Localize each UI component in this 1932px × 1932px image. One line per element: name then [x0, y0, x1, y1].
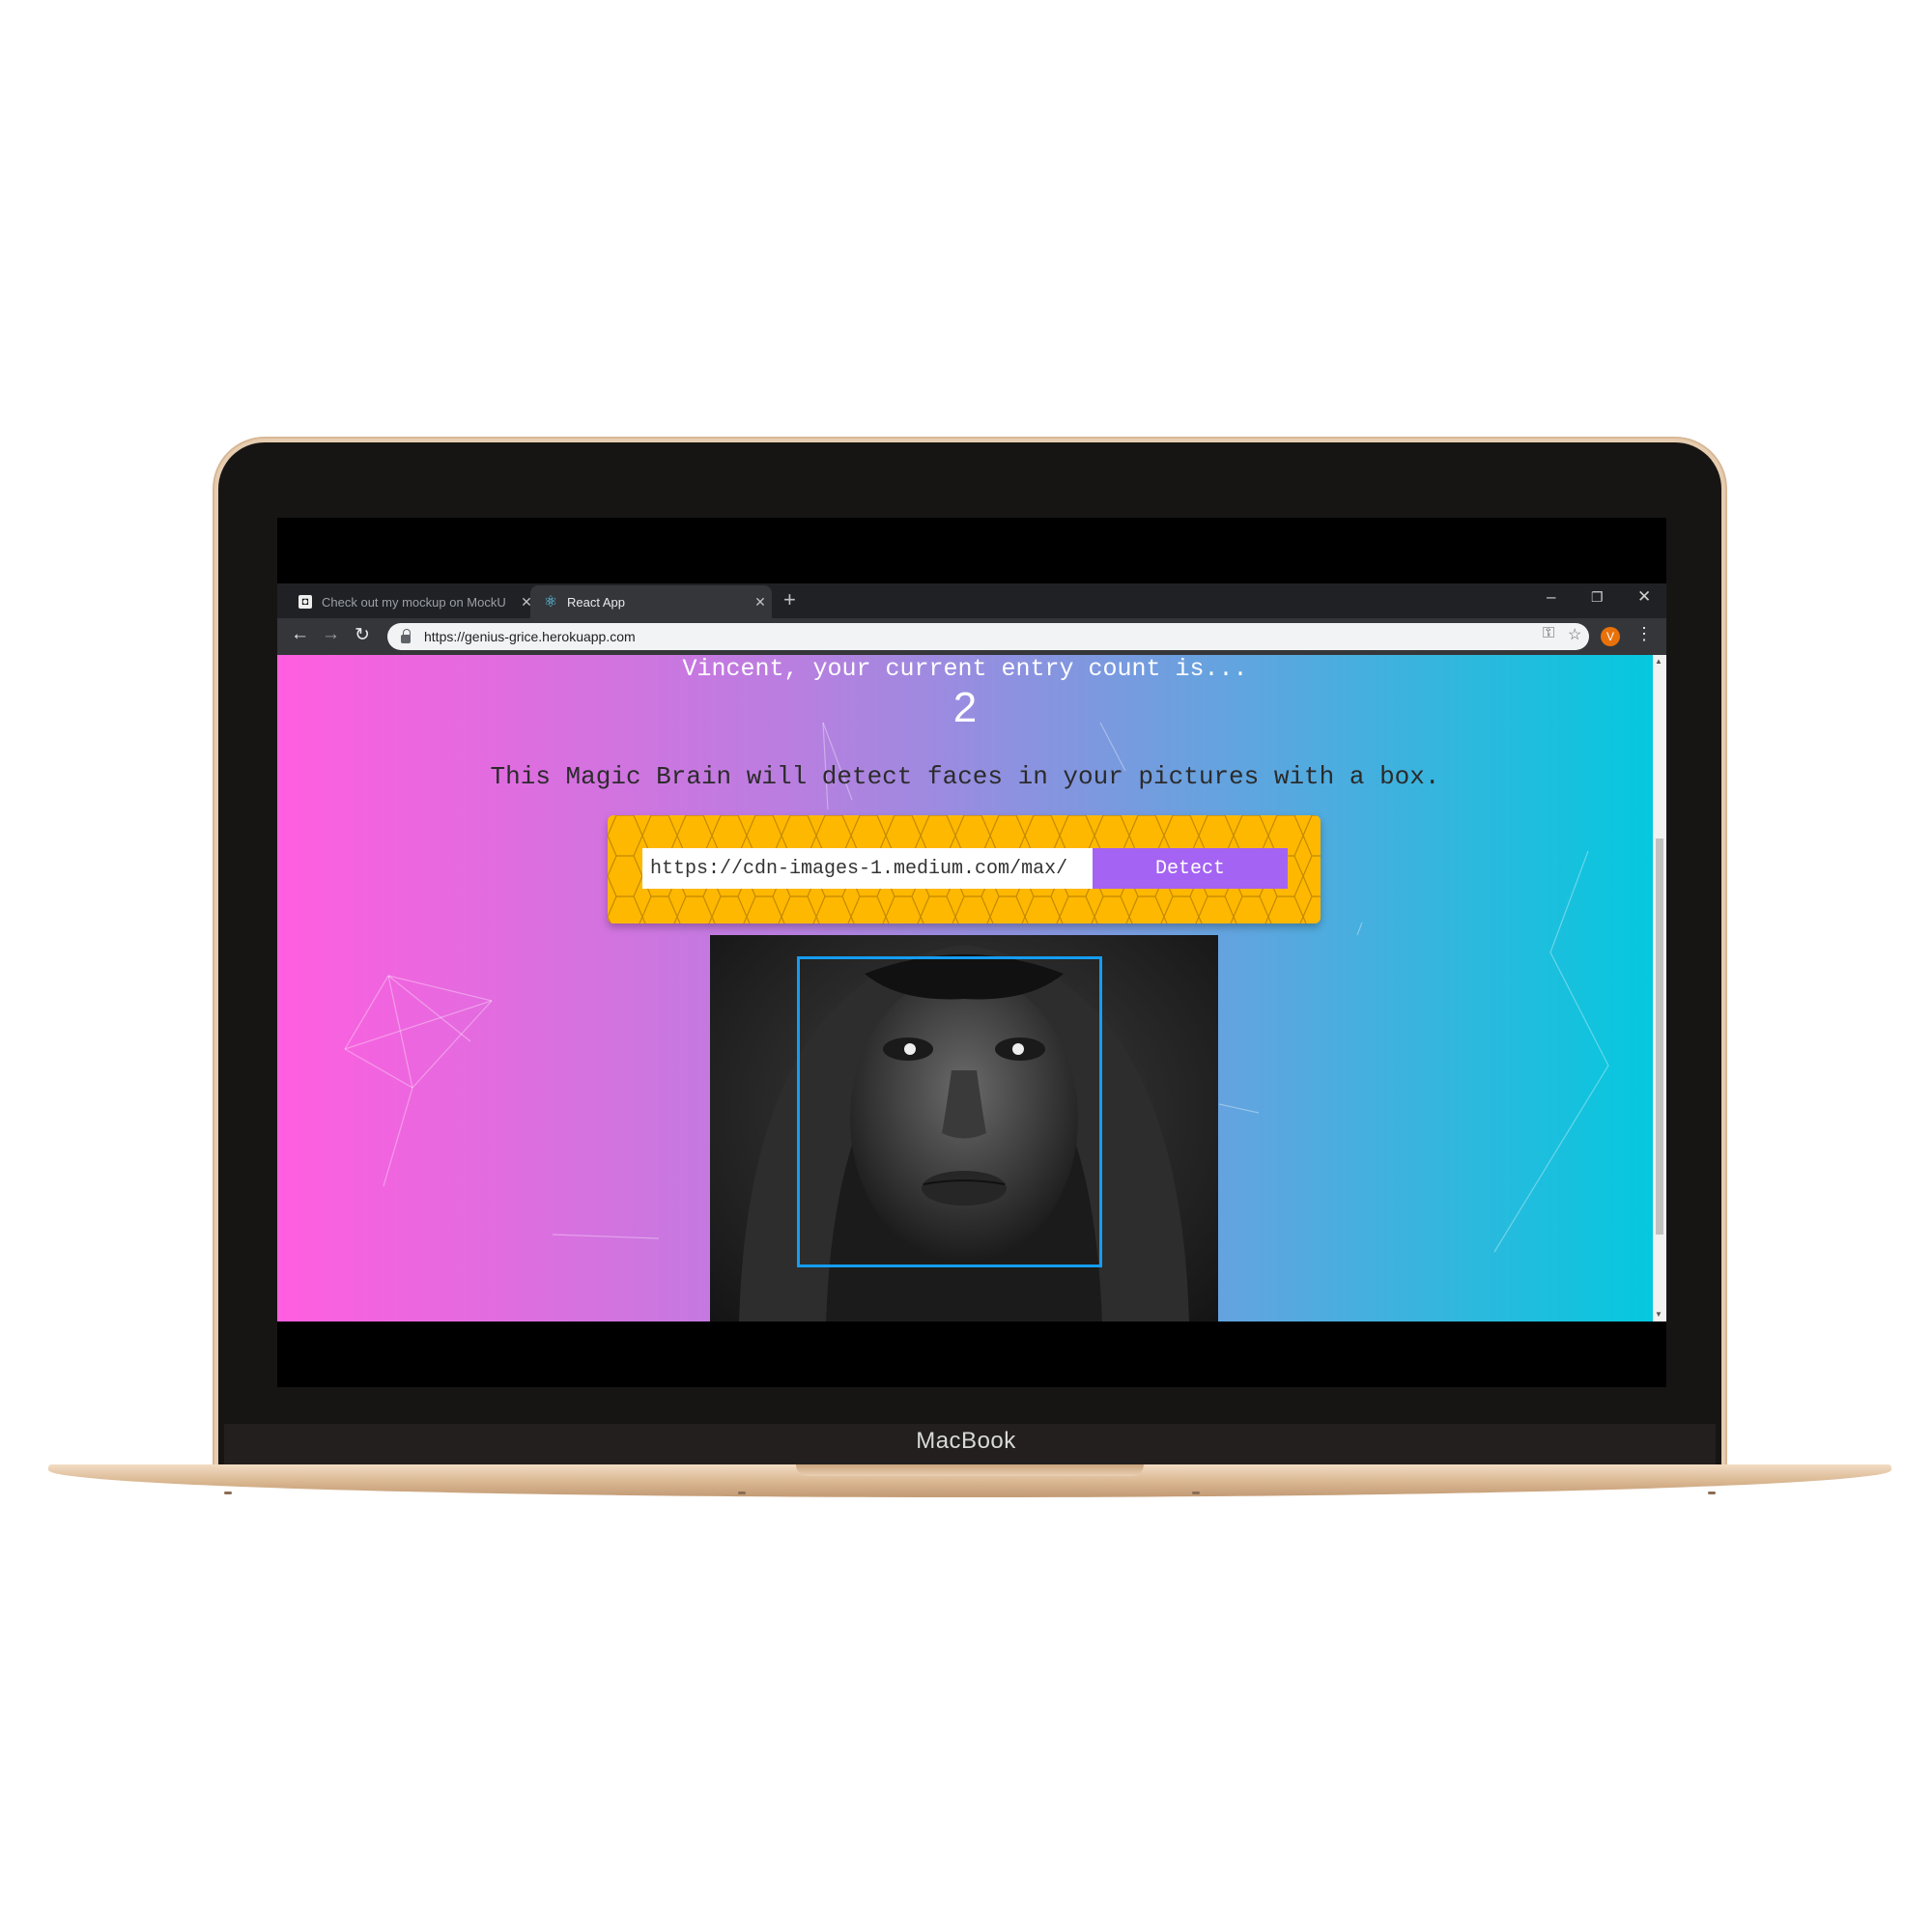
window-close-icon[interactable]: ✕ — [1637, 587, 1651, 607]
address-url: https://genius-grice.herokuapp.com — [424, 629, 636, 644]
entry-count-value: 2 — [952, 684, 978, 731]
profile-avatar[interactable]: V — [1601, 627, 1620, 646]
tab-title: Check out my mockup on MockU — [322, 594, 506, 610]
page-scrollbar[interactable]: ▲ ▼ — [1653, 655, 1666, 1321]
new-tab-button[interactable]: + — [783, 587, 796, 612]
scroll-down-icon[interactable]: ▼ — [1655, 1310, 1662, 1319]
scroll-up-icon[interactable]: ▲ — [1655, 657, 1662, 666]
laptop-foot — [738, 1492, 746, 1494]
tab-title: React App — [567, 594, 625, 610]
laptop-screen: ◘ Check out my mockup on MockU ✕ ⚛ React… — [277, 518, 1666, 1387]
laptop-foot — [224, 1492, 232, 1494]
laptop-hinge-notch — [796, 1464, 1144, 1476]
browser-tab-strip: ◘ Check out my mockup on MockU ✕ ⚛ React… — [277, 583, 1666, 618]
browser-toolbar: ← → ↻ https://genius-grice.herokuapp.com… — [277, 618, 1666, 655]
app-tagline: This Magic Brain will detect faces in yo… — [490, 762, 1440, 791]
face-bounding-box — [797, 956, 1102, 1267]
menu-icon[interactable]: ⋮ — [1635, 624, 1653, 644]
entry-count-greeting: Vincent, your current entry count is... — [682, 655, 1248, 683]
forward-icon[interactable]: → — [322, 624, 340, 645]
laptop-foot — [1708, 1492, 1716, 1494]
scrollbar-thumb[interactable] — [1656, 838, 1663, 1235]
star-icon[interactable]: ☆ — [1568, 625, 1581, 644]
image-link-form: Detect — [608, 815, 1321, 923]
reload-icon[interactable]: ↻ — [355, 624, 370, 646]
tab-react-app[interactable]: ⚛ React App ✕ — [530, 585, 772, 618]
detect-button[interactable]: Detect — [1093, 848, 1288, 889]
laptop-foot — [1192, 1492, 1200, 1494]
minimize-icon[interactable]: – — [1547, 587, 1555, 607]
back-icon[interactable]: ← — [291, 624, 309, 645]
image-url-input[interactable] — [642, 848, 1093, 889]
tab-mockup[interactable]: ◘ Check out my mockup on MockU ✕ — [285, 585, 538, 618]
mockup-favicon-icon: ◘ — [298, 595, 312, 609]
address-bar[interactable]: https://genius-grice.herokuapp.com ⚿ ☆ — [387, 623, 1589, 650]
app-page: Vincent, your current entry count is... … — [277, 655, 1653, 1321]
restore-icon[interactable]: ❐ — [1591, 589, 1604, 606]
tab-close-icon[interactable]: ✕ — [749, 594, 772, 611]
laptop-brand-label: MacBook — [916, 1428, 1016, 1454]
lock-icon — [401, 628, 411, 643]
react-icon: ⚛ — [543, 594, 558, 611]
key-icon[interactable]: ⚿ — [1543, 625, 1554, 642]
